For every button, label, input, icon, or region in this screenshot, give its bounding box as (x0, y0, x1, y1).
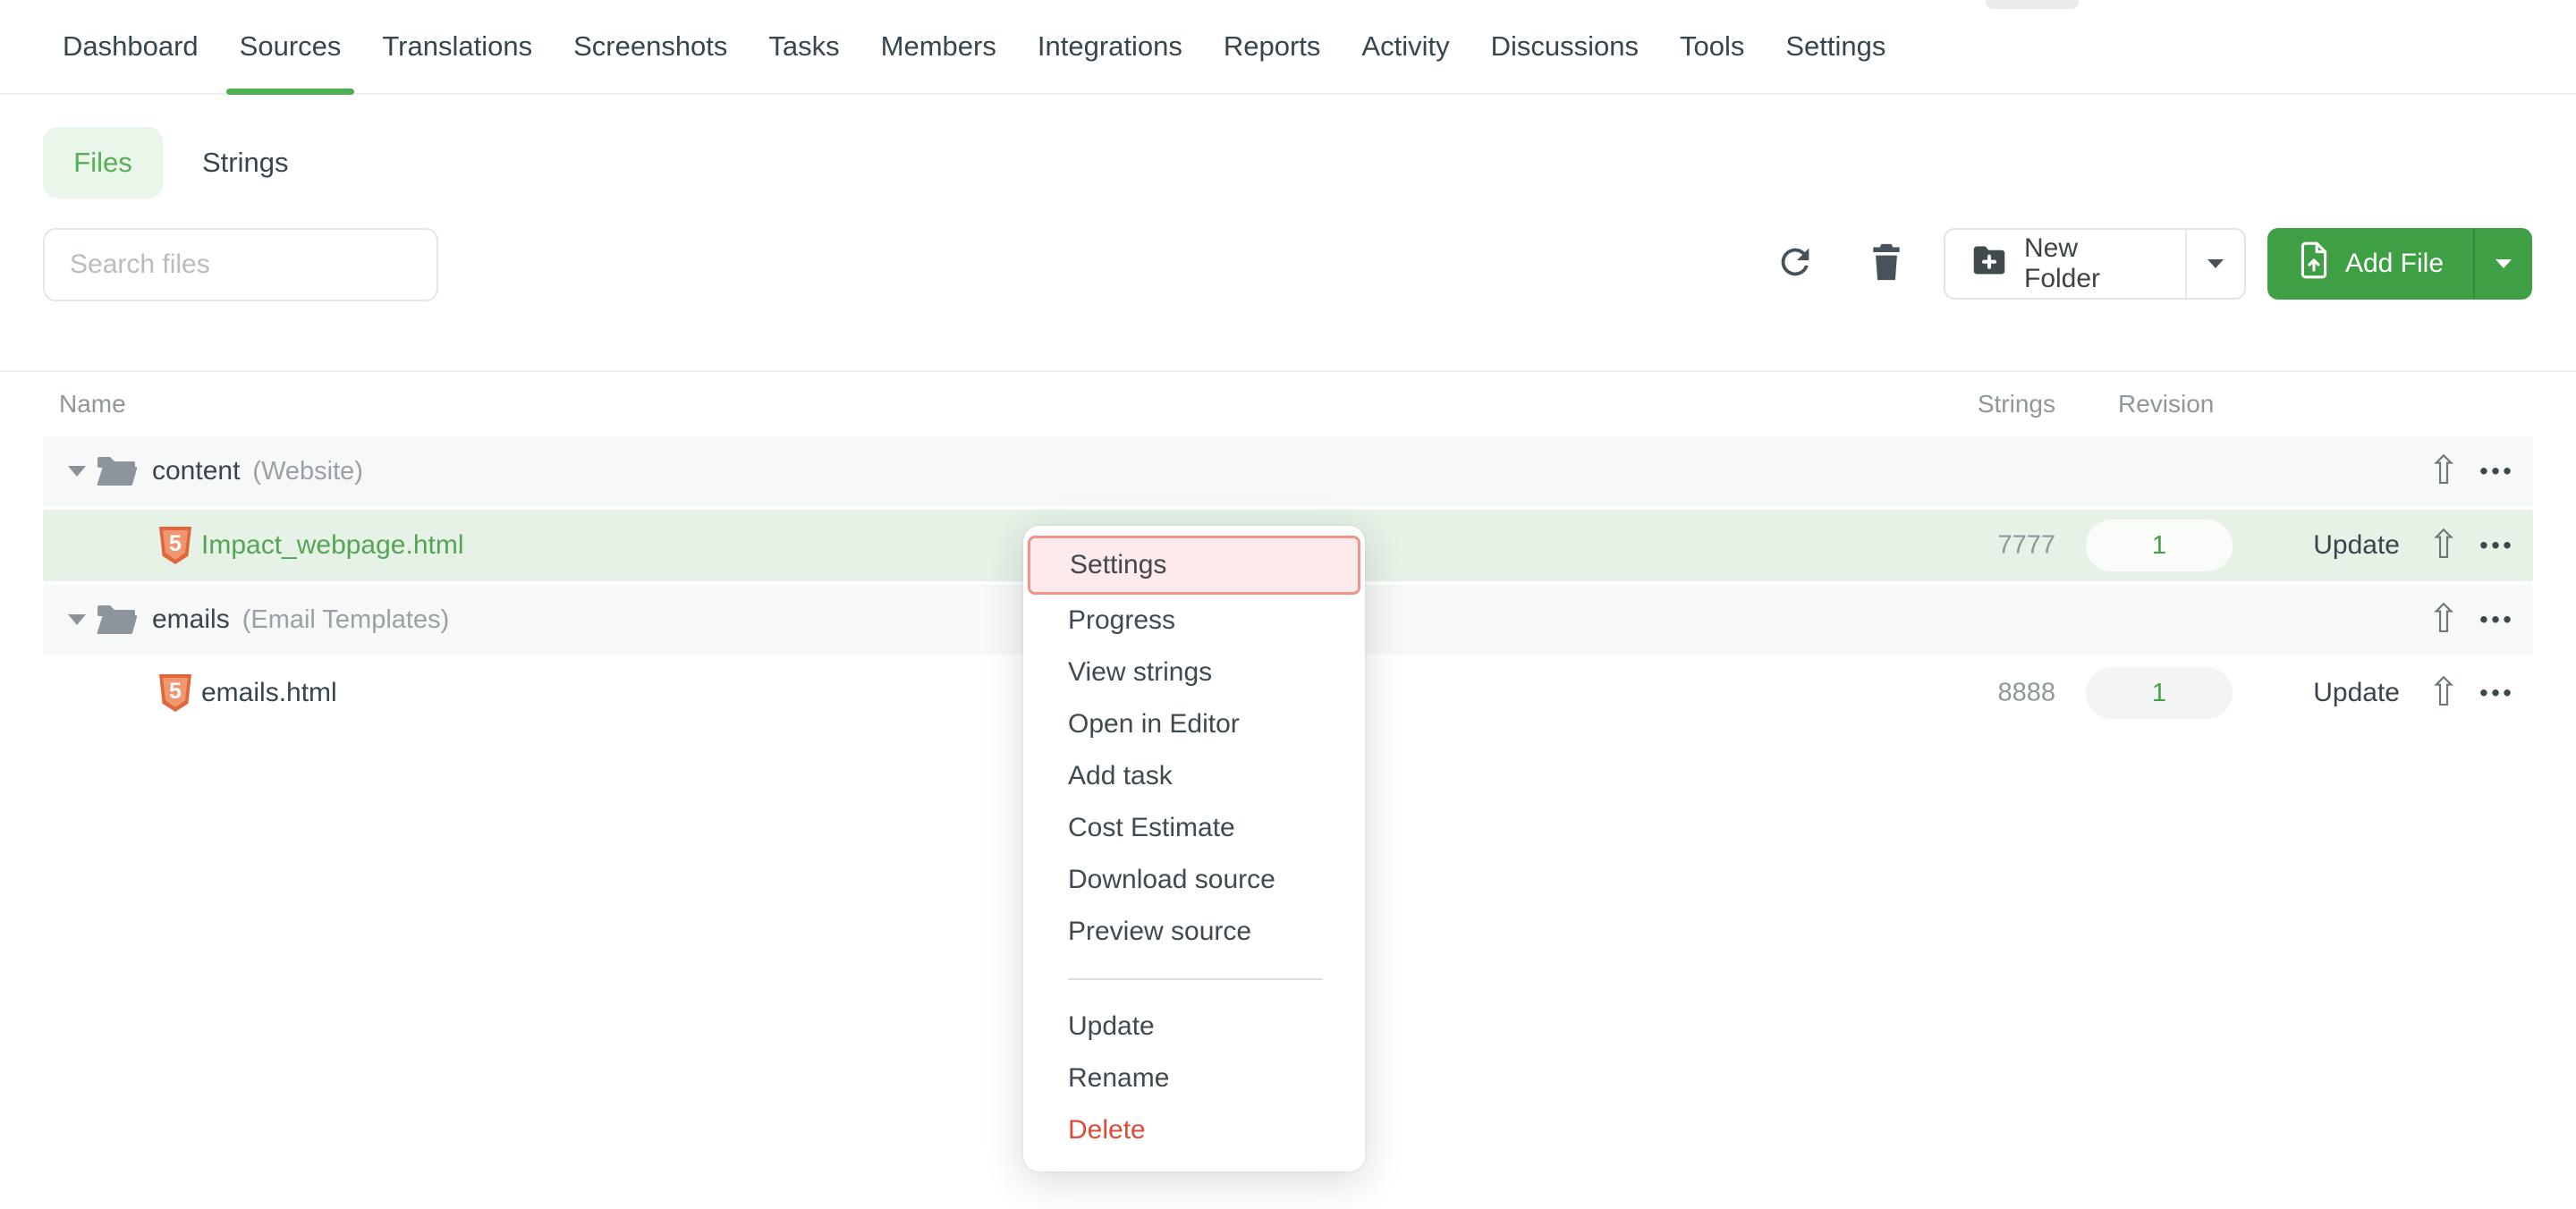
nav-settings[interactable]: Settings (1785, 0, 1885, 93)
menu-item-view-strings[interactable]: View strings (1023, 647, 1365, 698)
menu-item-open-in-editor[interactable]: Open in Editor (1023, 698, 1365, 750)
nav-tasks[interactable]: Tasks (768, 0, 839, 93)
upload-icon[interactable]: ⇧ (2424, 600, 2463, 639)
nav-integrations[interactable]: Integrations (1038, 0, 1182, 93)
menu-item-progress[interactable]: Progress (1023, 595, 1365, 647)
upload-icon[interactable]: ⇧ (2424, 452, 2463, 491)
strings-count: 7777 (1997, 531, 2055, 561)
menu-item-update[interactable]: Update (1023, 1001, 1365, 1053)
menu-item-preview-source[interactable]: Preview source (1023, 906, 1365, 958)
strings-count: 8888 (1997, 679, 2055, 708)
folder-icon (95, 453, 138, 489)
more-actions-icon[interactable]: ••• (2472, 532, 2522, 560)
revision-badge[interactable]: 1 (2086, 667, 2233, 719)
add-file-dropdown-button[interactable] (2473, 228, 2532, 300)
menu-item-settings[interactable]: Settings (1028, 536, 1360, 595)
update-link[interactable]: Update (2313, 530, 2400, 561)
table-row-folder-content[interactable]: content(Website) ⇧ ••• (43, 436, 2533, 506)
tab-files[interactable]: Files (43, 127, 163, 199)
file-context-menu: Settings Progress View strings Open in E… (1023, 526, 1365, 1171)
column-header-name: Name (59, 389, 126, 419)
delete-button[interactable] (1857, 234, 1916, 293)
add-file-button-group: Add File (2267, 228, 2532, 300)
more-actions-icon[interactable]: ••• (2472, 680, 2522, 707)
more-actions-icon[interactable]: ••• (2472, 606, 2522, 634)
add-file-button[interactable]: Add File (2267, 228, 2473, 300)
html5-file-icon: 5 (159, 527, 191, 564)
file-name[interactable]: Impact_webpage.html (201, 530, 464, 561)
nav-sources[interactable]: Sources (240, 0, 342, 93)
upload-icon[interactable]: ⇧ (2424, 526, 2463, 565)
nav-activity[interactable]: Activity (1361, 0, 1449, 93)
menu-item-cost-estimate[interactable]: Cost Estimate (1023, 802, 1365, 854)
menu-item-add-task[interactable]: Add task (1023, 750, 1365, 802)
nav-translations[interactable]: Translations (382, 0, 532, 93)
chevron-down-icon[interactable] (68, 614, 86, 625)
clipped-top-element (1986, 0, 2079, 9)
folder-name[interactable]: emails(Email Templates) (152, 604, 449, 635)
nav-reports[interactable]: Reports (1224, 0, 1321, 93)
nav-dashboard[interactable]: Dashboard (63, 0, 199, 93)
more-actions-icon[interactable]: ••• (2472, 458, 2522, 486)
trash-icon (1867, 241, 1906, 288)
refresh-button[interactable] (1766, 234, 1825, 293)
refresh-icon (1775, 241, 1816, 287)
folder-plus-icon (1970, 243, 2008, 284)
column-header-revision: Revision (2118, 389, 2214, 419)
tab-strings[interactable]: Strings (202, 127, 288, 199)
column-header-strings: Strings (1978, 389, 2055, 419)
new-folder-button[interactable]: New Folder (1945, 230, 2185, 298)
chevron-down-icon (2496, 259, 2512, 268)
file-name[interactable]: emails.html (201, 678, 337, 708)
new-folder-button-group: New Folder (1944, 228, 2246, 300)
revision-badge[interactable]: 1 (2086, 520, 2233, 571)
folder-name[interactable]: content(Website) (152, 456, 363, 486)
menu-item-download-source[interactable]: Download source (1023, 854, 1365, 906)
folder-icon (95, 602, 138, 638)
nav-tools[interactable]: Tools (1680, 0, 1744, 93)
menu-item-rename[interactable]: Rename (1023, 1053, 1365, 1104)
sources-page: Dashboard Sources Translations Screensho… (0, 0, 2576, 1209)
html5-file-icon: 5 (159, 674, 191, 712)
file-upload-icon (2297, 241, 2331, 287)
chevron-down-icon (2207, 259, 2224, 268)
menu-divider (1068, 978, 1323, 980)
update-link[interactable]: Update (2313, 678, 2400, 708)
nav-screenshots[interactable]: Screenshots (573, 0, 727, 93)
menu-item-delete[interactable]: Delete (1023, 1104, 1365, 1156)
search-input[interactable] (43, 228, 438, 301)
toolbar-separator (0, 370, 2576, 372)
project-nav: Dashboard Sources Translations Screensho… (0, 0, 2576, 95)
nav-members[interactable]: Members (881, 0, 996, 93)
new-folder-dropdown-button[interactable] (2185, 230, 2244, 298)
chevron-down-icon[interactable] (68, 466, 86, 477)
nav-discussions[interactable]: Discussions (1491, 0, 1639, 93)
upload-icon[interactable]: ⇧ (2424, 673, 2463, 713)
active-tab-underline (226, 89, 355, 95)
